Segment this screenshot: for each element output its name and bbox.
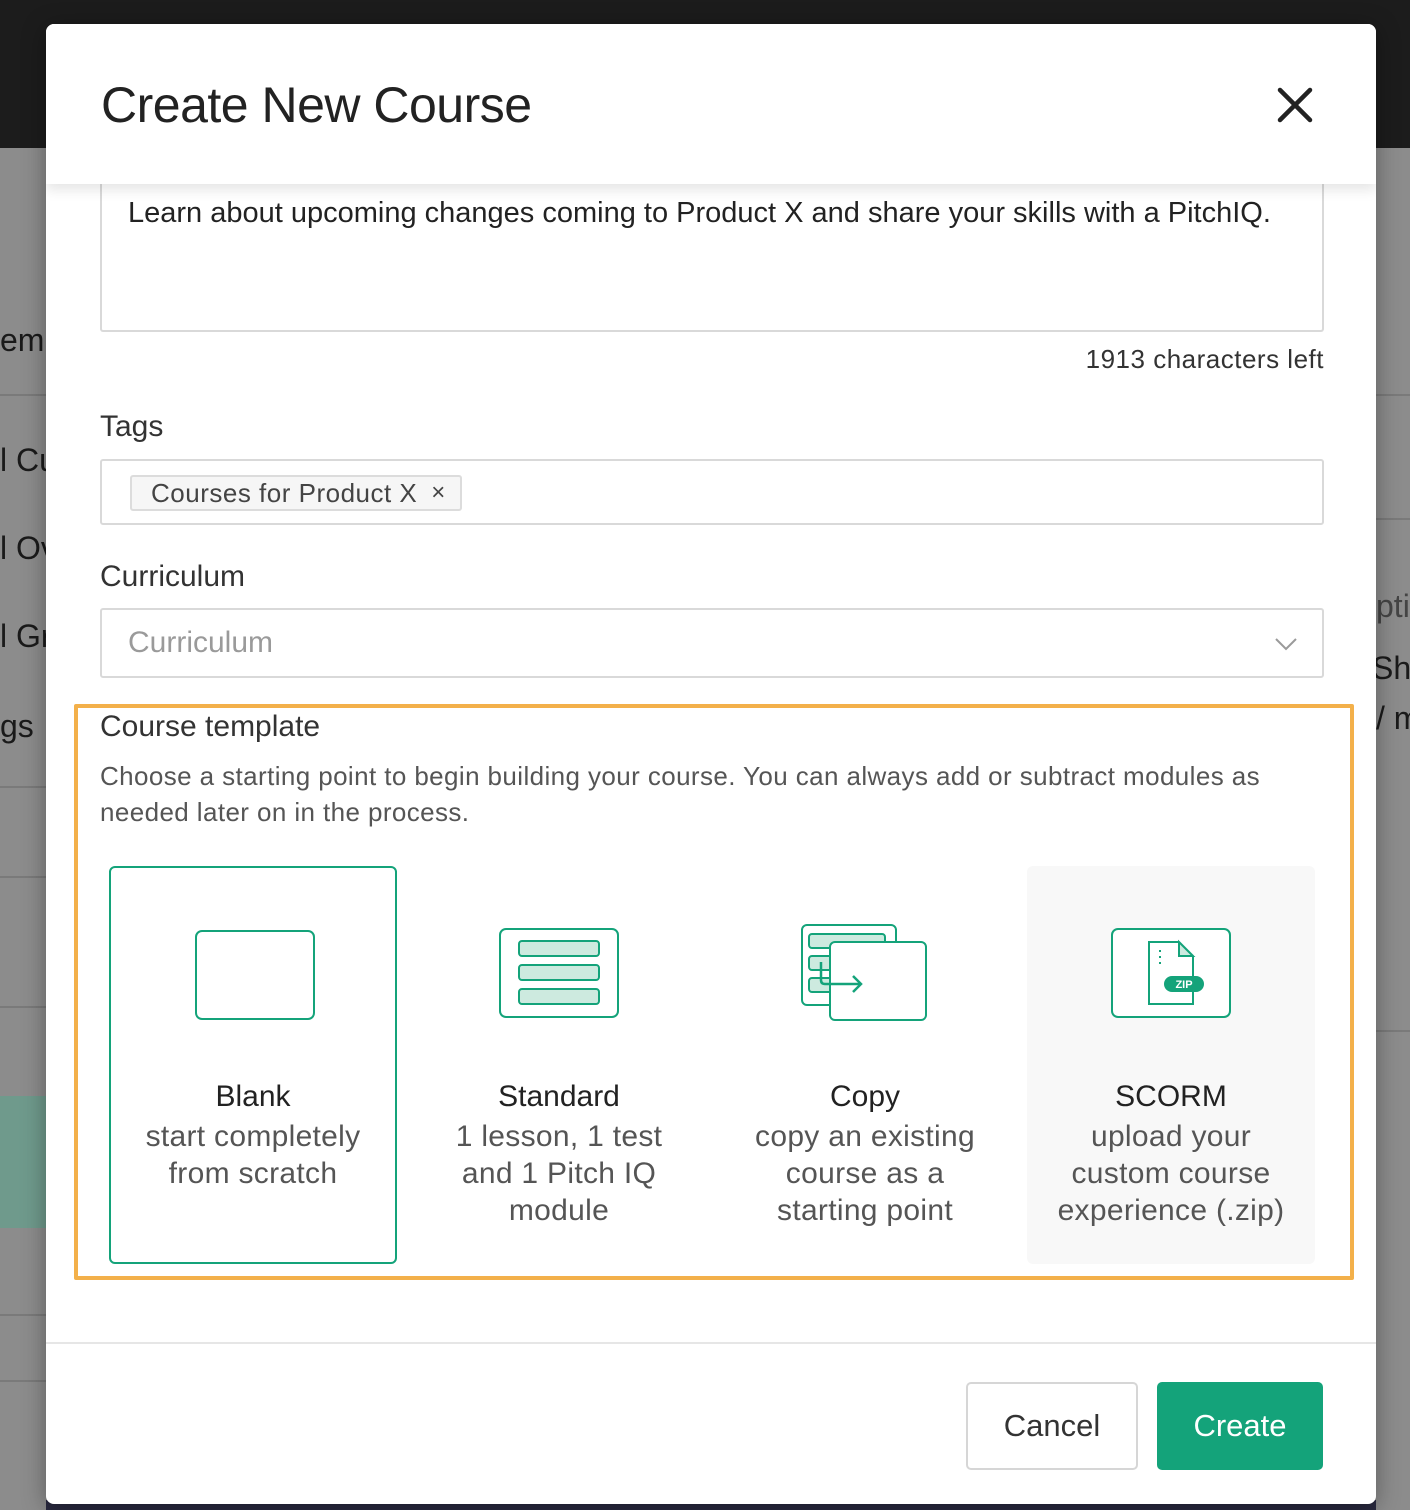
bg-divider [1376, 394, 1410, 396]
create-button[interactable]: Create [1157, 1382, 1323, 1470]
bg-text-fragment: l Cu [0, 442, 46, 478]
template-card-blank[interactable]: Blank start completely from scratch [109, 866, 397, 1264]
footer-divider [46, 1342, 1376, 1344]
bg-text-fragment: pti [1376, 588, 1410, 624]
modal-title: Create New Course [101, 77, 532, 133]
bg-text-fragment: Sho [1372, 650, 1410, 686]
bg-divider [0, 786, 50, 788]
template-name: SCORM [1115, 1080, 1227, 1113]
tag-remove-icon[interactable]: × [431, 479, 446, 507]
curriculum-label: Curriculum [100, 560, 246, 593]
close-icon [1277, 87, 1313, 123]
bg-text-fragment: em [0, 322, 45, 358]
characters-left-counter: 1913 characters left [1085, 344, 1324, 374]
template-name: Blank [215, 1080, 291, 1113]
template-card-scorm[interactable]: ZIP SCORM upload your custom course expe… [1027, 866, 1315, 1264]
template-description: start completely from scratch [145, 1120, 361, 1190]
bg-divider [0, 876, 50, 878]
template-description: copy an existing course as a starting po… [755, 1120, 975, 1227]
template-card-standard[interactable]: Standard 1 lesson, 1 test and 1 Pitch IQ… [415, 866, 703, 1264]
zip-badge-label: ZIP [1175, 979, 1192, 991]
bg-divider [0, 1380, 50, 1382]
cancel-button[interactable]: Cancel [966, 1382, 1138, 1470]
bg-text-fragment: l Ov [0, 530, 46, 566]
bg-divider [0, 1314, 50, 1316]
course-template-help: Choose a starting point to begin buildin… [100, 761, 1260, 827]
bg-selected-row [0, 1096, 50, 1228]
bg-divider [0, 1006, 50, 1008]
template-description: 1 lesson, 1 test and 1 Pitch IQ module [455, 1120, 663, 1227]
curriculum-placeholder: Curriculum [128, 626, 274, 659]
standard-template-icon [499, 928, 619, 1018]
description-text: Learn about upcoming changes coming to P… [128, 197, 1271, 229]
bg-divider [1376, 518, 1410, 520]
tag-chip-label: Courses for Product X [151, 477, 418, 508]
bg-divider [1376, 1030, 1410, 1032]
bg-divider [0, 394, 50, 396]
tags-label: Tags [100, 410, 164, 443]
app-right-panel [1376, 148, 1410, 1510]
chevron-down-icon [1275, 638, 1297, 651]
bg-text-fragment: l Gr [0, 618, 46, 654]
tag-chip: Courses for Product X × [130, 475, 462, 511]
curriculum-select[interactable]: Curriculum [100, 608, 1324, 678]
modal-header: Create New Course [46, 24, 1376, 184]
bg-text-fragment: / m [1376, 700, 1410, 736]
blank-template-icon [195, 930, 315, 1020]
description-textarea[interactable]: Learn about upcoming changes coming to P… [100, 174, 1324, 332]
bg-text-fragment: gs [0, 708, 34, 744]
template-name: Copy [829, 1080, 901, 1113]
template-name: Standard [498, 1080, 620, 1113]
create-course-modal: Create New Course Learn about upcoming c… [46, 24, 1376, 1504]
close-button[interactable] [1270, 80, 1320, 130]
zip-file-icon: ZIP [1111, 928, 1231, 1018]
course-template-title: Course template [100, 710, 321, 743]
template-description: upload your custom course experience (.z… [1057, 1120, 1285, 1227]
template-card-copy[interactable]: Copy copy an existing course as a starti… [721, 866, 1009, 1264]
copy-template-icon [801, 924, 927, 1021]
tags-input[interactable]: Courses for Product X × [100, 459, 1324, 525]
